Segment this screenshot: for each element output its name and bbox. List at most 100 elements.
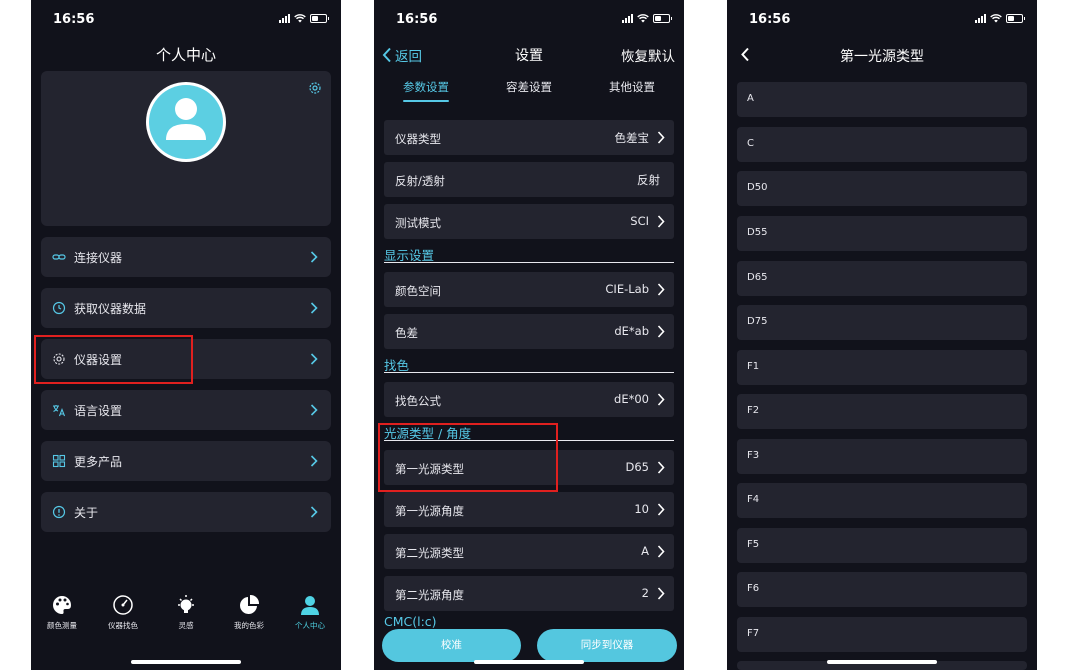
menu-item-about[interactable]: 关于: [41, 492, 331, 532]
option-label: F6: [747, 583, 760, 594]
tab-profile[interactable]: 个人中心: [282, 594, 338, 631]
option-item[interactable]: D75: [737, 305, 1027, 340]
status-time: 16:56: [749, 12, 791, 27]
option-item[interactable]: C: [737, 127, 1027, 162]
link-icon: [52, 254, 66, 260]
status-bar: 16:56: [727, 0, 1037, 38]
tab-label: 颜色测量: [47, 621, 77, 630]
tab-parameter-settings[interactable]: 参数设置: [381, 79, 471, 95]
signal-icon: [975, 14, 986, 23]
option-item[interactable]: F4: [737, 483, 1027, 518]
setting-label: 找色公式: [395, 394, 441, 408]
setting-row-color-space[interactable]: 颜色空间 CIE-Lab: [384, 272, 674, 307]
section-display-settings: 显示设置: [384, 245, 674, 263]
menu-label: 关于: [74, 506, 99, 520]
settings-gear-icon[interactable]: [308, 81, 322, 95]
option-item[interactable]: F3: [737, 439, 1027, 474]
menu-item-connect[interactable]: 连接仪器: [41, 237, 331, 277]
setting-row-instrument-type[interactable]: 仪器类型 色差宝: [384, 120, 674, 155]
chevron-right-icon: [657, 587, 665, 600]
option-item[interactable]: D50: [737, 171, 1027, 206]
illuminant-picker-screen: 16:56 第一光源类型 A C D50 D55 D65 D75 F1 F2 F…: [727, 0, 1037, 670]
option-label: D55: [747, 227, 768, 238]
nav-bar: 返回 设置 恢复默认: [374, 44, 684, 66]
menu-label: 更多产品: [74, 455, 123, 469]
setting-value: A: [641, 544, 649, 558]
setting-label: 测试模式: [395, 216, 441, 230]
tab-other-settings[interactable]: 其他设置: [587, 79, 677, 95]
home-indicator: [474, 660, 584, 664]
gauge-icon: [113, 595, 133, 615]
chevron-right-icon: [310, 404, 318, 416]
signal-icon: [622, 14, 633, 23]
battery-icon: [653, 14, 672, 23]
setting-row-reflect-transmit: 反射/透射 反射: [384, 162, 674, 197]
home-indicator: [827, 660, 937, 664]
setting-value: 反射: [637, 173, 660, 187]
chevron-right-icon: [657, 325, 665, 338]
setting-value: 2: [641, 586, 649, 600]
setting-label: 第一光源角度: [395, 504, 464, 518]
setting-label: 反射/透射: [395, 174, 445, 188]
lightbulb-icon: [178, 595, 194, 613]
page-title: 个人中心: [155, 46, 216, 64]
setting-label: 色差: [395, 326, 418, 340]
reset-default-button[interactable]: 恢复默认: [621, 45, 675, 65]
setting-row-second-illuminant-type[interactable]: 第二光源类型 A: [384, 534, 674, 569]
setting-row-second-illuminant-angle[interactable]: 第二光源角度 2: [384, 576, 674, 611]
setting-value: CIE-Lab: [605, 282, 649, 296]
option-item[interactable]: A: [737, 82, 1027, 117]
menu-item-language[interactable]: 语言设置: [41, 390, 331, 430]
option-item[interactable]: F6: [737, 572, 1027, 607]
chevron-right-icon: [310, 302, 318, 314]
home-indicator: [131, 660, 241, 664]
chevron-right-icon: [657, 215, 665, 228]
option-item[interactable]: D55: [737, 216, 1027, 251]
setting-row-find-formula[interactable]: 找色公式 dE*00: [384, 382, 674, 417]
option-item[interactable]: D65: [737, 261, 1027, 296]
option-label: F7: [747, 628, 760, 639]
avatar[interactable]: [146, 82, 226, 162]
setting-value: dE*00: [614, 392, 649, 406]
tab-my-colors[interactable]: 我的色彩: [221, 594, 277, 631]
option-label: F1: [747, 361, 760, 372]
tab-device-find-color[interactable]: 仪器找色: [95, 594, 151, 631]
tab-label: 个人中心: [295, 621, 325, 630]
battery-icon: [310, 14, 329, 23]
setting-row-first-illuminant-angle[interactable]: 第一光源角度 10: [384, 492, 674, 527]
pie-chart-icon: [240, 594, 260, 614]
option-label: F2: [747, 405, 760, 416]
setting-value: SCI: [630, 214, 649, 228]
tab-tolerance-settings[interactable]: 容差设置: [484, 79, 574, 95]
option-item[interactable]: F2: [737, 394, 1027, 429]
page-title: 第一光源类型: [840, 49, 924, 65]
setting-value: 10: [634, 502, 649, 516]
status-icons: [279, 14, 329, 23]
tab-label: 灵感: [178, 621, 194, 630]
option-label: A: [747, 93, 754, 104]
nav-bar: 第一光源类型: [727, 44, 1037, 66]
calibrate-button[interactable]: 校准: [382, 629, 521, 662]
profile-screen: 16:56 个人中心 连接仪器 获取仪器数据 仪器设置 语言设置 更多产品 关于…: [31, 0, 341, 670]
setting-value: 色差宝: [614, 131, 650, 145]
tab-inspiration[interactable]: 灵感: [158, 594, 214, 631]
grid-icon: [52, 454, 66, 468]
menu-item-fetch-data[interactable]: 获取仪器数据: [41, 288, 331, 328]
chevron-right-icon: [657, 283, 665, 296]
setting-value: D65: [625, 460, 650, 474]
setting-row-test-mode[interactable]: 测试模式 SCI: [384, 204, 674, 239]
info-icon: [52, 505, 66, 519]
setting-row-color-difference[interactable]: 色差 dE*ab: [384, 314, 674, 349]
option-item[interactable]: F5: [737, 528, 1027, 563]
setting-value: dE*ab: [614, 324, 649, 338]
menu-item-more-products[interactable]: 更多产品: [41, 441, 331, 481]
tab-color-measure[interactable]: 颜色测量: [34, 594, 90, 631]
option-item[interactable]: F7: [737, 617, 1027, 652]
wifi-icon: [294, 14, 306, 23]
setting-label: 第二光源角度: [395, 588, 464, 602]
sync-to-device-button[interactable]: 同步到仪器: [537, 629, 677, 662]
wifi-icon: [990, 14, 1002, 23]
setting-label: 仪器类型: [395, 132, 441, 146]
highlight-box: [378, 423, 558, 492]
option-item[interactable]: F1: [737, 350, 1027, 385]
